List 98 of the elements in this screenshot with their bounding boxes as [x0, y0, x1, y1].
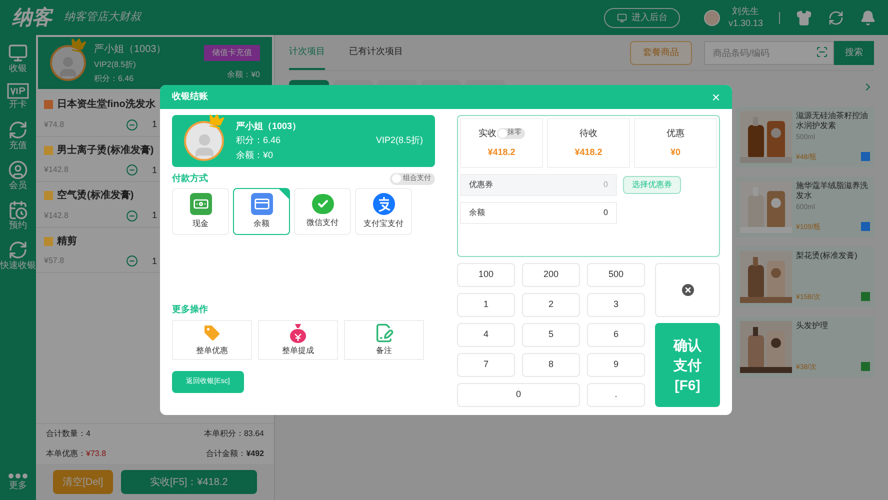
- note-icon: [374, 323, 394, 343]
- item-quantity: 1: [152, 209, 158, 222]
- tag-icon: [202, 323, 222, 343]
- item-quantity: 1: [152, 118, 158, 131]
- item-name: 空气烫(标准发膏): [57, 188, 134, 203]
- check-bubble-icon: [312, 194, 334, 214]
- item-name: 男士离子烫(标准发膏): [57, 143, 154, 158]
- delete-key[interactable]: [655, 263, 720, 317]
- member-level: VIP2(8.5折): [376, 134, 423, 148]
- action-button[interactable]: 备注: [344, 320, 424, 360]
- product-name: 梨花烫(标准发膏): [796, 251, 858, 261]
- payment-method[interactable]: 微信支付: [294, 188, 351, 234]
- minus-icon[interactable]: [126, 210, 138, 222]
- action-button[interactable]: 整单提成: [258, 320, 338, 360]
- member-level: VIP2(8.5折): [94, 58, 137, 70]
- logo: 纳客: [12, 6, 52, 30]
- item-price: ¥74.8: [44, 118, 66, 131]
- item-price: ¥57.8: [44, 255, 66, 268]
- item-price: ¥142.8: [44, 164, 70, 176]
- keypad-key[interactable]: 2: [522, 293, 580, 317]
- delete-icon: [680, 282, 696, 298]
- monitor-icon: [617, 12, 628, 22]
- payment-method[interactable]: 支付宝支付: [355, 188, 412, 234]
- user-name: 刘先生: [732, 6, 760, 18]
- keypad-key[interactable]: 7: [457, 353, 515, 377]
- product-name: 施华蔻羊绒脂滋养洗发水: [796, 181, 869, 201]
- tab[interactable]: 已有计次项目: [349, 35, 403, 70]
- summary-value: ¥0: [670, 146, 680, 159]
- avatar: [50, 45, 86, 81]
- payment-method[interactable]: 现金: [172, 188, 229, 234]
- calendar-clock-icon: [8, 200, 28, 220]
- keypad-key[interactable]: 0: [457, 383, 580, 407]
- banknote-icon: [190, 192, 212, 214]
- refresh-icon[interactable]: [828, 10, 844, 26]
- confirm-button-line: [F6]: [674, 376, 700, 396]
- vip-card-icon: [7, 83, 29, 100]
- user-avatar: [704, 10, 720, 26]
- money-bag-icon: [289, 323, 307, 343]
- balance-field[interactable]: 余额 0: [460, 202, 617, 224]
- bell-icon[interactable]: [860, 10, 876, 26]
- confirm-button-line: 确认: [674, 336, 702, 355]
- keypad-key[interactable]: 3: [587, 293, 645, 317]
- action-button[interactable]: 整单优惠: [172, 320, 252, 360]
- sidebar-item[interactable]: 收银: [0, 43, 36, 74]
- keypad-key[interactable]: 4: [457, 323, 515, 347]
- summary-label: 实收: [478, 126, 496, 140]
- summary-label: 待收: [580, 126, 598, 140]
- keypad-key[interactable]: 200: [522, 263, 580, 287]
- keypad-key[interactable]: 100: [457, 263, 515, 287]
- avatar: [184, 121, 224, 161]
- summary-value: ¥418.2: [488, 146, 516, 159]
- payment-method[interactable]: 余额: [233, 188, 290, 234]
- recharge-button[interactable]: 储值卡充值: [204, 45, 260, 61]
- keypad-key[interactable]: 5: [522, 323, 580, 347]
- member-points: 积分：6.46: [94, 72, 135, 84]
- alipay-icon: [372, 192, 394, 214]
- keypad-key[interactable]: 8: [522, 353, 580, 377]
- summary-value: ¥418.2: [574, 146, 602, 159]
- version-text: v1.30.13: [728, 18, 763, 29]
- item-name: 精剪: [57, 234, 77, 248]
- item-name: 日本资生堂fino洗发水: [57, 98, 156, 112]
- order-points: 本单积分：83.64: [204, 428, 264, 440]
- dialog-title: 收银结账: [172, 90, 208, 104]
- product-name: 头发护理: [796, 321, 829, 331]
- total-count: 合计数量：4: [46, 428, 90, 440]
- order-discount: 本单优惠：¥73.8: [46, 448, 106, 460]
- item-quantity: 1: [152, 254, 158, 268]
- search-field[interactable]: 商品条码/编码: [704, 41, 834, 65]
- total-amount: 合计金额：¥492: [206, 448, 264, 460]
- crown-icon: [68, 36, 88, 54]
- product-name: 滋源无硅油茶籽控油水润护发素: [796, 111, 869, 131]
- minus-icon[interactable]: [126, 118, 138, 131]
- member-points: 积分：6.46: [236, 134, 282, 148]
- section-title: 更多操作: [172, 302, 209, 316]
- member-name: 严小姐（1003）: [94, 42, 168, 56]
- keypad-key[interactable]: 1: [457, 293, 515, 317]
- member-name: 严小姐（1003）: [236, 120, 302, 133]
- slogan: 纳客管店大财叔: [64, 10, 141, 26]
- shirt-icon[interactable]: [796, 10, 812, 26]
- card-icon: [250, 192, 272, 214]
- summary-label: 优惠: [666, 126, 684, 140]
- monitor-icon: [8, 43, 28, 63]
- member-balance: 余额：¥0: [236, 148, 274, 162]
- section-title: 付款方式: [172, 172, 208, 185]
- crown-icon: [206, 112, 226, 130]
- keypad-key[interactable]: 9: [587, 353, 645, 377]
- keypad-key[interactable]: 6: [587, 323, 645, 347]
- person-icon: [8, 160, 28, 180]
- member-balance: 余额：¥0: [227, 69, 260, 81]
- keypad-key[interactable]: 500: [587, 263, 645, 287]
- scan-icon[interactable]: [816, 46, 828, 58]
- item-quantity: 1: [152, 164, 158, 176]
- confirm-button-line: 支付: [674, 356, 702, 375]
- keypad-key[interactable]: .: [587, 383, 645, 407]
- minus-icon[interactable]: [126, 255, 138, 268]
- dots-icon: [8, 472, 28, 478]
- minus-icon[interactable]: [126, 164, 138, 176]
- item-price: ¥142.8: [44, 210, 70, 222]
